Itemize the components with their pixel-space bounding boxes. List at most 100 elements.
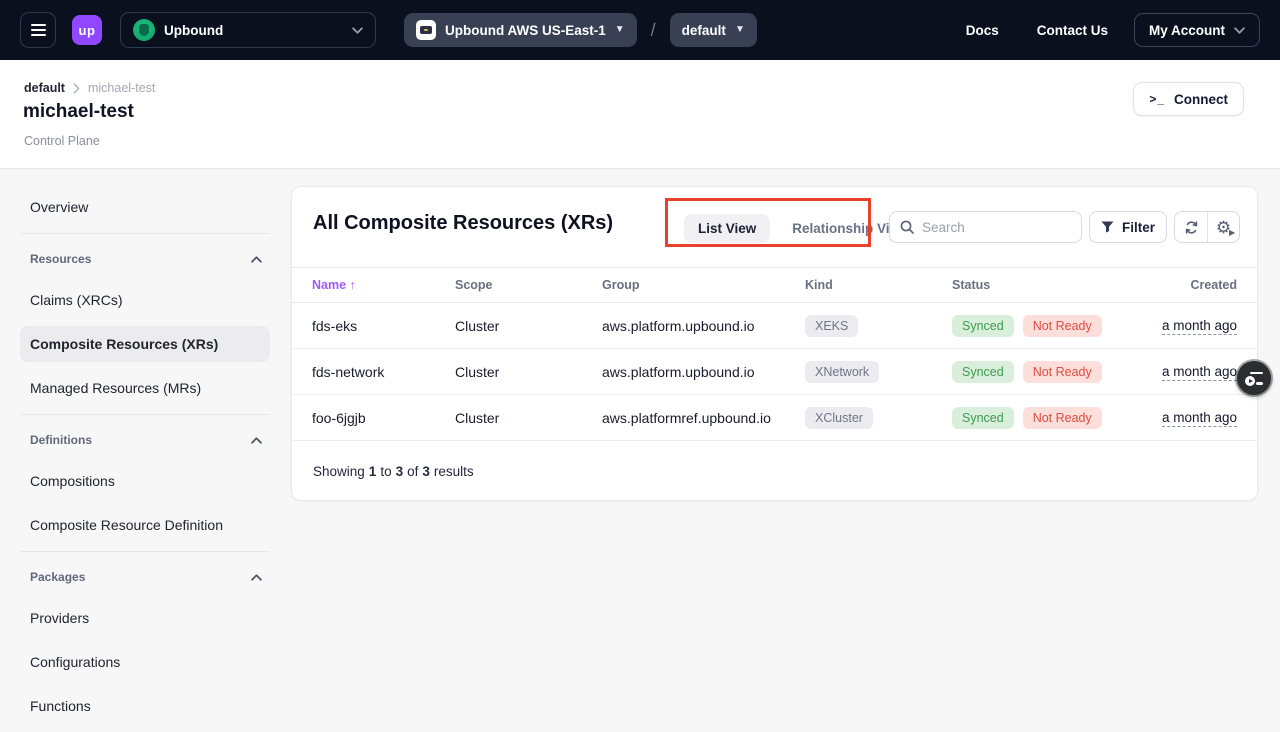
control-plane-selector-label: Upbound AWS US-East-1 <box>445 23 606 38</box>
cell-kind: XCluster <box>805 407 952 429</box>
column-header-created[interactable]: Created <box>1190 278 1237 292</box>
cell-name[interactable]: fds-eks <box>312 318 455 334</box>
sort-asc-arrow-icon: ↑ <box>350 278 356 292</box>
upbound-logo[interactable]: up <box>72 15 102 45</box>
docs-link[interactable]: Docs <box>966 23 999 38</box>
page-subtitle: Control Plane <box>24 134 100 148</box>
table-row[interactable]: fds-eks Cluster aws.platform.upbound.io … <box>292 303 1257 349</box>
search-icon <box>900 220 914 234</box>
cell-status: Synced Not Ready <box>952 315 1132 337</box>
cell-scope: Cluster <box>455 318 602 334</box>
cell-created: a month ago <box>1162 363 1237 381</box>
cell-group: aws.platform.upbound.io <box>602 364 805 380</box>
chevron-down-icon <box>352 27 363 34</box>
my-account-dropdown[interactable]: My Account <box>1134 13 1260 47</box>
table-row[interactable]: foo-6jgjb Cluster aws.platformref.upboun… <box>292 395 1257 441</box>
connect-button[interactable]: >_ Connect <box>1133 82 1244 116</box>
sidebar-item-managed-resources[interactable]: Managed Resources (MRs) <box>20 370 270 406</box>
tab-list-view[interactable]: List View <box>684 214 770 243</box>
top-nav: up Upbound Upbound AWS US-East-1 ▼ / def… <box>0 0 1280 60</box>
refresh-button[interactable] <box>1175 212 1207 242</box>
page-title: michael-test <box>23 101 134 123</box>
sidebar-divider <box>20 233 270 234</box>
group-selector-dropdown[interactable]: default ▼ <box>670 13 757 47</box>
sidebar: Overview Resources Claims (XRCs) Composi… <box>20 189 270 732</box>
chevron-up-icon <box>251 574 262 581</box>
cell-group: aws.platformref.upbound.io <box>602 410 805 426</box>
status-badge-synced: Synced <box>952 361 1014 383</box>
table-header-row: Name ↑ Scope Group Kind Status Created <box>292 267 1257 303</box>
status-badge-not-ready: Not Ready <box>1023 361 1102 383</box>
created-tooltip-link[interactable]: a month ago <box>1162 318 1237 335</box>
refresh-icon <box>1184 220 1199 235</box>
sidebar-item-configurations[interactable]: Configurations <box>20 644 270 680</box>
sidebar-section-label: Packages <box>30 570 85 584</box>
cell-kind: XEKS <box>805 315 952 337</box>
breadcrumb-current: michael-test <box>88 81 155 95</box>
sidebar-item-providers[interactable]: Providers <box>20 600 270 636</box>
sidebar-section-packages[interactable]: Packages <box>20 564 270 590</box>
sidebar-item-claims[interactable]: Claims (XRCs) <box>20 282 270 318</box>
sidebar-section-resources[interactable]: Resources <box>20 246 270 272</box>
sidebar-divider <box>20 414 270 415</box>
control-plane-selector-dropdown[interactable]: Upbound AWS US-East-1 ▼ <box>404 13 637 47</box>
org-selector-dropdown[interactable]: Upbound <box>120 12 376 48</box>
cell-kind: XNetwork <box>805 361 952 383</box>
my-account-label: My Account <box>1149 23 1225 38</box>
cell-created: a month ago <box>1162 317 1237 335</box>
created-tooltip-link[interactable]: a month ago <box>1162 410 1237 427</box>
filter-button[interactable]: Filter <box>1089 211 1167 243</box>
cell-created: a month ago <box>1162 409 1237 427</box>
column-header-name[interactable]: Name ↑ <box>312 278 455 292</box>
created-tooltip-link[interactable]: a month ago <box>1162 364 1237 381</box>
table-actions-group: ⚙▶ <box>1174 211 1240 243</box>
auto-refresh-settings-button[interactable]: ⚙▶ <box>1207 212 1239 242</box>
cell-status: Synced Not Ready <box>952 361 1132 383</box>
org-selector-label: Upbound <box>164 23 223 38</box>
sidebar-item-composite-resource-definition[interactable]: Composite Resource Definition <box>20 507 270 543</box>
cell-name[interactable]: foo-6jgjb <box>312 410 455 426</box>
hamburger-icon <box>31 24 46 26</box>
column-header-kind[interactable]: Kind <box>805 278 952 292</box>
play-icon: ▶ <box>1229 229 1235 237</box>
sidebar-item-functions[interactable]: Functions <box>20 688 270 724</box>
hamburger-menu-button[interactable] <box>20 12 56 48</box>
chevron-up-icon <box>251 256 262 263</box>
breadcrumb-root[interactable]: default <box>24 81 65 95</box>
cell-scope: Cluster <box>455 364 602 380</box>
sidebar-item-composite-resources[interactable]: Composite Resources (XRs) <box>20 326 270 362</box>
status-badge-not-ready: Not Ready <box>1023 407 1102 429</box>
sidebar-section-label: Resources <box>30 252 91 266</box>
org-mascot-icon <box>133 19 155 41</box>
filter-funnel-icon <box>1101 221 1114 233</box>
column-header-status[interactable]: Status <box>952 278 1132 292</box>
kind-badge: XNetwork <box>805 361 879 383</box>
kind-badge: XEKS <box>805 315 858 337</box>
cell-status: Synced Not Ready <box>952 407 1132 429</box>
kind-badge: XCluster <box>805 407 873 429</box>
changelog-widget-icon <box>1245 372 1263 385</box>
terminal-icon: >_ <box>1149 92 1165 106</box>
cell-name[interactable]: fds-network <box>312 364 455 380</box>
sidebar-section-label: Definitions <box>30 433 92 447</box>
table-row[interactable]: fds-network Cluster aws.platform.upbound… <box>292 349 1257 395</box>
sidebar-item-compositions[interactable]: Compositions <box>20 463 270 499</box>
search-input[interactable] <box>922 220 1071 235</box>
column-header-scope[interactable]: Scope <box>455 278 602 292</box>
view-toggle: List View Relationship View <box>684 214 908 243</box>
sidebar-divider <box>20 551 270 552</box>
connect-button-label: Connect <box>1174 92 1228 107</box>
status-badge-synced: Synced <box>952 407 1014 429</box>
gear-icon: ⚙▶ <box>1216 219 1231 236</box>
breadcrumb: default michael-test <box>24 81 155 95</box>
column-header-group[interactable]: Group <box>602 278 805 292</box>
sidebar-item-overview[interactable]: Overview <box>20 189 270 225</box>
caret-down-icon: ▼ <box>735 25 745 35</box>
status-badge-not-ready: Not Ready <box>1023 315 1102 337</box>
floating-menu-button[interactable] <box>1237 361 1271 395</box>
contact-us-link[interactable]: Contact Us <box>1037 23 1108 38</box>
chevron-up-icon <box>251 437 262 444</box>
cell-scope: Cluster <box>455 410 602 426</box>
sidebar-section-definitions[interactable]: Definitions <box>20 427 270 453</box>
page-header: default michael-test michael-test Contro… <box>0 60 1280 169</box>
